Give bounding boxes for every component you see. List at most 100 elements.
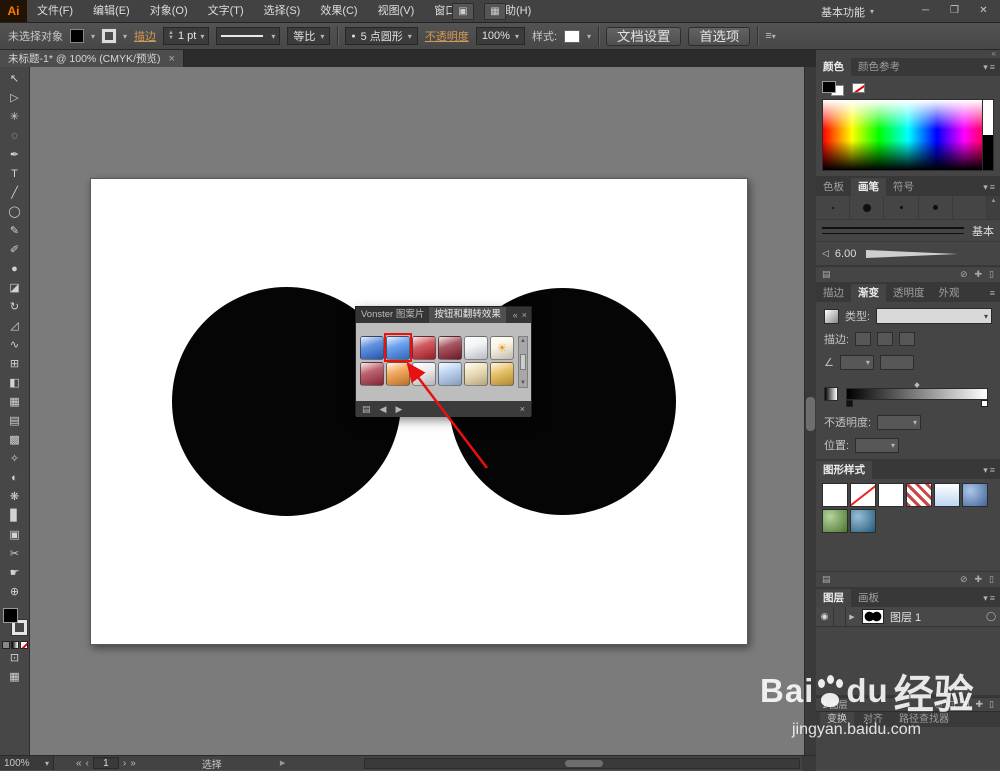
control-panel-menu-icon[interactable]: ≡▾ (765, 30, 775, 42)
graphic-style-gradient[interactable] (934, 483, 960, 507)
tool-width[interactable]: ∿ (1, 336, 29, 355)
symbol-blue-button[interactable] (360, 336, 384, 360)
brush-definition-select[interactable]: ● 5 点圆形 ▾ (345, 27, 417, 45)
style-libraries-icon[interactable]: ▤ (822, 574, 831, 585)
delete-layer-icon[interactable]: ▯ (989, 699, 994, 710)
tool-zoom[interactable]: ⊕ (1, 583, 29, 602)
brush-4pt-round[interactable] (919, 196, 953, 219)
status-expand-icon[interactable]: ▶ (280, 759, 285, 767)
brush-5pt-round[interactable] (850, 196, 884, 219)
brush-basic-row[interactable]: 基本 (816, 220, 1000, 242)
library-menu-icon[interactable]: ▤ (362, 404, 371, 415)
menu-edit[interactable]: 编辑(E) (83, 0, 140, 22)
opacity-field[interactable]: 100% ▾ (476, 27, 525, 45)
zoom-level-select[interactable]: 100% ▾ (0, 756, 54, 770)
screen-mode-icon[interactable]: ▦ (484, 3, 506, 20)
stepper-icon[interactable]: ▲▼ (168, 31, 174, 41)
minimize-button[interactable]: ─ (911, 0, 940, 22)
layer-name[interactable]: 图层 1 (888, 609, 982, 625)
symbol-sunburst-button[interactable]: ☀ (490, 336, 514, 360)
panel-scrollbar[interactable]: ▲ ▼ (518, 336, 528, 388)
tool-free-transform[interactable]: ⊞ (1, 355, 29, 374)
tab-close-icon[interactable]: × (168, 53, 174, 65)
tool-symbol-sprayer[interactable]: ❋ (1, 488, 29, 507)
scroll-up-icon[interactable]: ▲ (520, 338, 526, 344)
symbol-tan-button[interactable] (464, 362, 488, 386)
graphic-style-white[interactable] (878, 483, 904, 507)
menu-select[interactable]: 选择(S) (254, 0, 311, 22)
tool-line-segment[interactable]: ╱ (1, 184, 29, 203)
app-logo[interactable]: Ai (0, 0, 27, 22)
menu-file[interactable]: 文件(F) (27, 0, 83, 22)
restore-button[interactable]: ❐ (940, 0, 969, 22)
prev-artboard-icon[interactable]: ‹ (86, 758, 89, 769)
fill-color-control[interactable] (3, 608, 18, 623)
menu-object[interactable]: 对象(O) (140, 0, 198, 22)
tab-symbols[interactable]: 符号 (886, 178, 921, 196)
tab-color-guide[interactable]: 颜色参考 (851, 58, 907, 76)
tool-shape-builder[interactable]: ◧ (1, 374, 29, 393)
chevron-down-icon[interactable]: ▾ (200, 32, 204, 41)
tool-gradient[interactable]: ▩ (1, 431, 29, 450)
draw-mode-button[interactable]: ⊡ (1, 649, 29, 668)
prev-library-icon[interactable]: ◀ (380, 404, 387, 415)
symbol-red-button[interactable] (412, 336, 436, 360)
dock-collapse-icon[interactable]: « (992, 50, 996, 58)
tab-graphic-styles[interactable]: 图形样式 (816, 461, 872, 479)
stroke-gradient-along-button[interactable] (877, 332, 893, 346)
gradient-stop-white[interactable] (981, 400, 988, 407)
gradient-opacity-field[interactable]: ▾ (877, 415, 921, 430)
scrollbar-thumb[interactable] (565, 760, 603, 767)
tool-artboard[interactable]: ▣ (1, 526, 29, 545)
tool-eyedropper[interactable]: ✧ (1, 450, 29, 469)
brush-1pt-round[interactable] (816, 196, 850, 219)
tool-type[interactable]: T (1, 165, 29, 184)
tab-stroke[interactable]: 描边 (816, 284, 851, 302)
stroke-width-field[interactable]: ▲▼ 1 pt ▾ (163, 27, 209, 45)
color-mode-button[interactable] (2, 641, 10, 649)
opacity-panel-link[interactable]: 不透明度 (425, 28, 469, 44)
style-dropdown-icon[interactable]: ▾ (587, 32, 591, 41)
symbol-skyblue-button[interactable] (438, 362, 462, 386)
stroke-panel-link[interactable]: 描边 (134, 28, 156, 44)
color-spectrum[interactable] (822, 99, 994, 171)
new-brush-icon[interactable]: ✚ (975, 269, 983, 280)
stroke-gradient-within-button[interactable] (855, 332, 871, 346)
scrollbar-thumb[interactable] (520, 354, 526, 370)
gradient-slider[interactable] (846, 388, 988, 400)
none-mode-button[interactable] (20, 641, 28, 649)
tool-magic-wand[interactable]: ✳ (1, 108, 29, 127)
panel-menu-icon[interactable]: ▾≡ (983, 593, 1000, 604)
delete-symbol-icon[interactable]: × (520, 404, 525, 414)
symbol-silver-button[interactable] (412, 362, 436, 386)
delete-style-icon[interactable]: ▯ (989, 574, 994, 585)
panel-close-icon[interactable]: × (522, 310, 527, 320)
gradient-reverse-chip[interactable] (824, 387, 838, 401)
gradient-type-select[interactable]: ▾ (876, 308, 992, 324)
tab-buttons-rollovers[interactable]: 按钮和翻转效果 (429, 307, 506, 323)
tool-rotate[interactable]: ↻ (1, 298, 29, 317)
fill-stroke-indicator[interactable] (3, 608, 27, 635)
brush-6pt-row[interactable]: ◁ 6.00 (816, 242, 1000, 266)
panel-menu-icon[interactable]: ≡ (990, 288, 1000, 298)
brush-libraries-icon[interactable]: ▤ (822, 269, 831, 280)
tool-blend[interactable]: ◐ (1, 469, 29, 488)
graphic-style-none[interactable] (850, 483, 876, 507)
tab-artboards[interactable]: 画板 (851, 589, 886, 607)
remove-brush-stroke-icon[interactable]: ⊘ (960, 269, 968, 280)
expand-arrow-icon[interactable]: ▶ (846, 613, 858, 621)
tab-vonster-patterns[interactable]: Vonster 图案片 (356, 307, 429, 323)
tab-brushes[interactable]: 画笔 (851, 178, 886, 196)
stroke-color-swatch[interactable] (102, 29, 116, 43)
next-artboard-icon[interactable]: › (123, 758, 126, 769)
last-artboard-icon[interactable]: » (130, 758, 136, 769)
brush-empty-slot[interactable] (953, 196, 987, 219)
gradient-stop-black[interactable] (846, 400, 853, 407)
tool-column-graph[interactable]: ▊ (1, 507, 29, 526)
document-setup-button[interactable]: 文档设置 (606, 27, 681, 46)
first-artboard-icon[interactable]: « (76, 758, 82, 769)
vertical-scrollbar[interactable] (804, 67, 816, 755)
stroke-dropdown-icon[interactable]: ▾ (123, 32, 127, 41)
graphic-style-pattern[interactable] (906, 483, 932, 507)
tab-gradient[interactable]: 渐变 (851, 284, 886, 302)
